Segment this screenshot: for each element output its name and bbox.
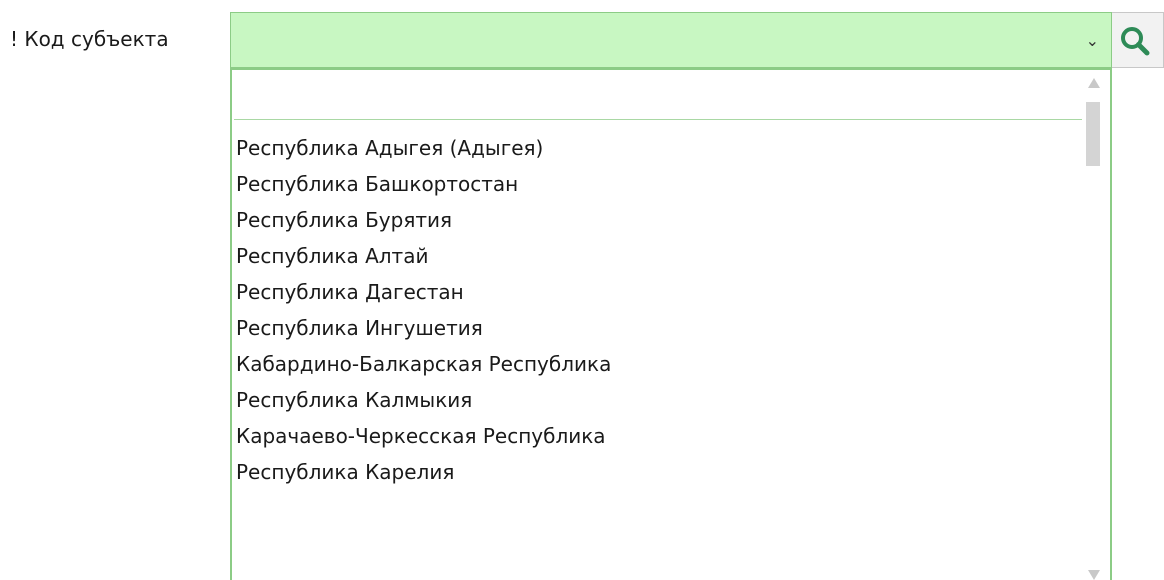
chevron-down-icon[interactable]: ⌄: [1086, 29, 1099, 53]
option-item[interactable]: Республика Бурятия: [236, 202, 1082, 238]
option-item[interactable]: Республика Адыгея (Адыгея): [236, 130, 1082, 166]
search-button[interactable]: [1112, 12, 1164, 68]
option-item[interactable]: Республика Ингушетия: [236, 310, 1082, 346]
scrollbar-thumb[interactable]: [1086, 102, 1100, 166]
scroll-down-arrow-icon[interactable]: [1088, 570, 1100, 580]
scroll-up-arrow-icon[interactable]: [1088, 78, 1100, 88]
option-item[interactable]: Республика Дагестан: [236, 274, 1082, 310]
dropdown-list: Республика Адыгея (Адыгея) Республика Ба…: [230, 68, 1112, 580]
option-item[interactable]: Республика Башкортостан: [236, 166, 1082, 202]
subject-code-form: ! Код субъекта ⌄ Республика Адыгея (Адыг…: [0, 0, 1164, 580]
option-item[interactable]: Кабардино-Балкарская Республика: [236, 346, 1082, 382]
options-list: Республика Адыгея (Адыгея) Республика Ба…: [236, 130, 1082, 490]
option-item[interactable]: Карачаево-Черкесская Республика: [236, 418, 1082, 454]
subject-code-label: ! Код субъекта: [10, 27, 169, 51]
subject-code-select[interactable]: ⌄: [230, 12, 1112, 68]
option-item[interactable]: Республика Алтай: [236, 238, 1082, 274]
dropdown-filter-input[interactable]: [234, 76, 1082, 120]
option-item[interactable]: Республика Калмыкия: [236, 382, 1082, 418]
search-icon: [1121, 27, 1150, 56]
option-item[interactable]: Республика Карелия: [236, 454, 1082, 490]
scrollbar[interactable]: [1084, 78, 1104, 580]
